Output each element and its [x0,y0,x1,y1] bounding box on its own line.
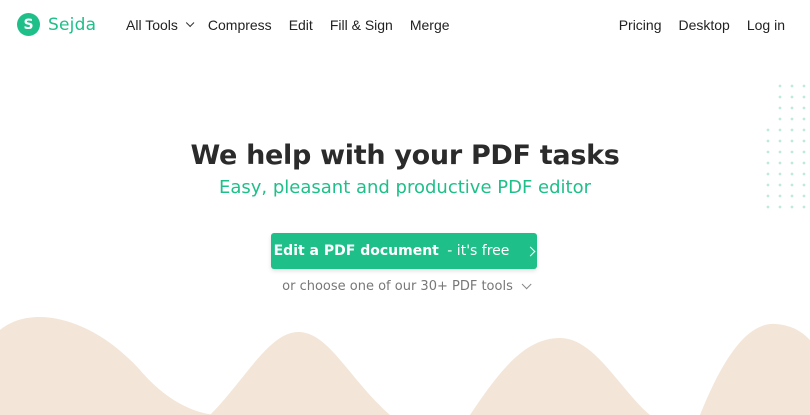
decor-dot [790,106,794,110]
nav-compress[interactable]: Compress [208,17,272,33]
hero-subtitle: Easy, pleasant and productive PDF editor [218,177,592,198]
decor-dot [802,84,806,88]
decor-dot [778,205,782,209]
edit-pdf-button[interactable]: Edit a PDF document - it's free [271,233,537,269]
primary-nav: All Tools Compress Edit Fill & Sign Merg… [126,17,450,33]
hero-title: We help with your PDF tasks [190,140,620,171]
more-tools: or choose one of our 30+ PDF tools [0,279,810,294]
more-tools-label: or choose one of our 30+ PDF tools [282,279,513,294]
brand-name: Sejda [48,14,97,35]
chevron-down-icon [521,279,532,290]
more-tools-link[interactable]: or choose one of our 30+ PDF tools [282,279,532,294]
decor-dot [802,95,806,99]
cta-suffix: - it's free [442,243,510,259]
nav-all-tools[interactable]: All Tools [126,17,195,33]
wave-decoration [0,317,810,415]
nav-login[interactable]: Log in [747,17,785,33]
nav-fill-sign[interactable]: Fill & Sign [330,17,393,33]
hero: We help with your PDF tasks Easy, pleasa… [0,140,810,198]
nav-desktop[interactable]: Desktop [678,17,729,33]
decor-dot [778,95,782,99]
chevron-down-icon [185,18,195,28]
decor-dot [778,84,782,88]
decor-dot [778,128,782,132]
chevron-right-icon [525,246,536,256]
nav-all-tools-label: All Tools [126,17,178,33]
decor-dot [766,128,770,132]
logo-icon: S [17,13,40,36]
top-navigation: S Sejda All Tools Compress Edit Fill & S… [0,0,810,52]
decor-dot [778,106,782,110]
decor-dot [790,95,794,99]
brand-logo[interactable]: S Sejda [17,13,96,36]
decor-dot [766,205,770,209]
decor-dot [790,128,794,132]
decor-dot [802,106,806,110]
decor-dot [790,205,794,209]
decor-dot [790,117,794,121]
nav-pricing[interactable]: Pricing [619,17,662,33]
decor-dot [778,117,782,121]
decor-dot [790,84,794,88]
nav-edit[interactable]: Edit [289,17,313,33]
cta-bold-label: Edit a PDF document [273,243,439,259]
decor-dot [802,128,806,132]
account-nav: Pricing Desktop Log in [619,17,785,33]
nav-merge[interactable]: Merge [410,17,450,33]
decor-dot [802,205,806,209]
decor-dot [802,117,806,121]
